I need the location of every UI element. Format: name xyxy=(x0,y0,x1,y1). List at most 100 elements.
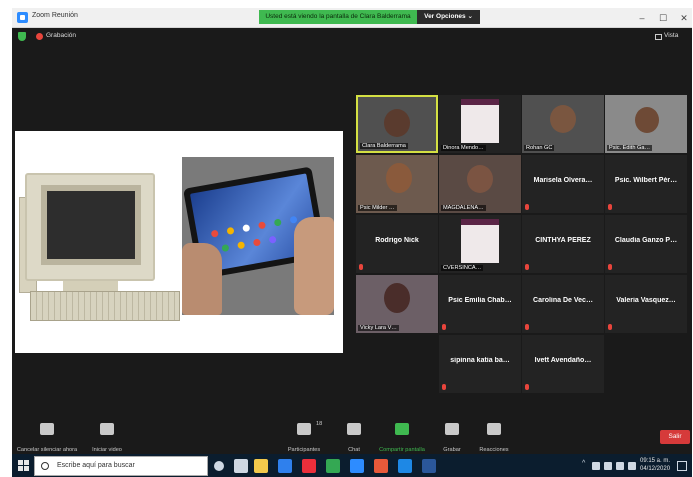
tray-app-icon[interactable] xyxy=(592,462,600,470)
right-hand xyxy=(294,217,334,315)
chat-button[interactable]: Chat xyxy=(342,418,366,456)
participant-name-label: Psic. Edith Ga… xyxy=(607,145,653,151)
record-button[interactable]: Grabar xyxy=(438,418,466,456)
participant-tile[interactable]: CINTHYA PEREZ xyxy=(522,215,604,273)
grid-view-icon[interactable] xyxy=(655,34,662,40)
office-icon[interactable] xyxy=(374,459,388,473)
start-video-button[interactable]: Iniciar video xyxy=(82,418,132,456)
participant-tile[interactable]: Rohan GC xyxy=(522,95,604,153)
participant-name: Claudia Ganzo P… xyxy=(614,237,678,244)
word-icon[interactable] xyxy=(422,459,436,473)
participant-name-label: Rohan GC xyxy=(524,145,555,151)
taskbar-search-box[interactable]: Escribe aquí para buscar xyxy=(34,456,208,476)
participant-tile[interactable]: CVERSINCA… xyxy=(439,215,521,273)
participants-button[interactable]: 18 Participantes xyxy=(280,418,328,456)
participant-name-label: Vicky Lara V… xyxy=(358,325,399,331)
participant-tile[interactable]: Valeria Vasquez… xyxy=(605,275,687,333)
participant-tile[interactable]: MAGDALENA… xyxy=(439,155,521,213)
windows-taskbar: Escribe aquí para buscar ^ 09:15 a. m. 0… xyxy=(12,454,692,477)
participant-face xyxy=(635,107,659,133)
participant-tile[interactable]: Claudia Ganzo P… xyxy=(605,215,687,273)
participant-tile[interactable]: Rodrigo Nick xyxy=(356,215,438,273)
participant-tile[interactable]: Psic. Edith Ga… xyxy=(605,95,687,153)
participant-name-label: MAGDALENA… xyxy=(441,205,486,211)
file-explorer-icon[interactable] xyxy=(254,459,268,473)
participant-face xyxy=(467,165,493,193)
participant-name-label: CVERSINCA… xyxy=(441,265,484,271)
zoom-window: Zoom Reunión Usted está viendo la pantal… xyxy=(12,8,692,477)
participant-tile[interactable]: Vicky Lara V… xyxy=(356,275,438,333)
participant-tile[interactable]: Dinora Mendo… xyxy=(439,95,521,153)
tray-app-icon[interactable] xyxy=(604,462,612,470)
taskbar-clock[interactable]: 09:15 a. m. 04/12/2020 xyxy=(640,457,670,473)
opera-icon[interactable] xyxy=(302,459,316,473)
participant-name-label: Dinora Mendo… xyxy=(441,145,486,151)
participant-tile[interactable]: Clara Balderrama xyxy=(356,95,438,153)
volume-icon[interactable] xyxy=(628,462,636,470)
left-hand xyxy=(182,243,222,315)
participant-tile[interactable]: Psic Milder … xyxy=(356,155,438,213)
participant-tile[interactable]: Carolina De Vec… xyxy=(522,275,604,333)
tablet-app-icon xyxy=(268,235,277,244)
zoom-taskbar-icon[interactable] xyxy=(350,459,364,473)
participants-label: Participantes xyxy=(287,447,321,453)
windows-start-icon[interactable] xyxy=(18,460,30,472)
muted-mic-icon xyxy=(525,324,529,330)
start-video-label: Iniciar video xyxy=(92,447,122,453)
muted-mic-icon xyxy=(608,264,612,270)
tablet-app-icon xyxy=(273,218,282,227)
mail-icon[interactable] xyxy=(278,459,292,473)
participant-name: Psic Emilia Chab… xyxy=(448,297,512,304)
unmute-label: Cancelar silenciar ahora xyxy=(16,447,78,453)
tray-expand-icon[interactable]: ^ xyxy=(582,460,590,468)
view-button[interactable]: Vista xyxy=(664,32,678,39)
record-label: Grabar xyxy=(443,447,461,453)
clock-date: 04/12/2020 xyxy=(640,466,671,472)
maximize-button[interactable]: ☐ xyxy=(653,11,673,25)
start-icon-pane xyxy=(18,466,23,471)
muted-mic-icon xyxy=(608,204,612,210)
close-button[interactable]: ✕ xyxy=(674,11,692,25)
notifications-icon[interactable] xyxy=(677,461,687,471)
share-screen-icon xyxy=(395,423,409,435)
unmute-button[interactable]: Cancelar silenciar ahora xyxy=(16,418,78,456)
participant-name: Ivett Avendaño… xyxy=(534,357,592,364)
minimize-button[interactable]: – xyxy=(632,11,652,25)
participant-tile[interactable]: Psic. Wilbert Pér… xyxy=(605,155,687,213)
security-shield-icon[interactable] xyxy=(18,32,26,41)
participant-name: Valeria Vasquez… xyxy=(616,297,676,304)
participant-face xyxy=(386,163,412,193)
tablet-photo xyxy=(182,157,334,315)
participant-name: Carolina De Vec… xyxy=(533,297,593,304)
window-title: Zoom Reunión xyxy=(32,12,78,19)
task-view-icon[interactable] xyxy=(234,459,248,473)
recording-label: Grabación xyxy=(46,32,76,39)
participant-tile[interactable]: Psic Emilia Chab… xyxy=(439,275,521,333)
share-screen-button[interactable]: Compartir pantalla xyxy=(374,418,430,456)
network-icon[interactable] xyxy=(616,462,624,470)
slide-thumbnail xyxy=(461,219,499,263)
participant-tile[interactable]: sipinna katia ba… xyxy=(439,335,521,393)
reactions-button[interactable]: Reacciones xyxy=(476,418,512,456)
tablet-app-icon xyxy=(257,221,267,230)
edge-icon[interactable] xyxy=(398,459,412,473)
start-icon-pane xyxy=(24,466,29,471)
zoom-app-icon xyxy=(17,12,28,23)
chat-icon xyxy=(347,423,361,435)
clock-time: 09:15 a. m. xyxy=(640,458,671,464)
participant-tile[interactable]: Ivett Avendaño… xyxy=(522,335,604,393)
reactions-label: Reacciones xyxy=(479,447,509,453)
cortana-icon[interactable] xyxy=(214,461,224,471)
muted-mic-icon xyxy=(525,264,529,270)
participant-face xyxy=(550,105,576,133)
start-icon-pane xyxy=(24,460,29,465)
muted-mic-icon xyxy=(359,264,363,270)
view-options-button[interactable]: Ver Opciones ⌄ xyxy=(417,10,480,24)
chrome-icon[interactable] xyxy=(326,459,340,473)
participant-name: Psic. Wilbert Pér… xyxy=(614,177,678,184)
leave-meeting-button[interactable]: Salir xyxy=(660,430,690,444)
reactions-icon xyxy=(487,423,501,435)
muted-mic-icon xyxy=(525,384,529,390)
participant-tile[interactable]: Marisela Olvera… xyxy=(522,155,604,213)
meeting-toolbar: Cancelar silenciar ahora Iniciar video 1… xyxy=(12,418,692,454)
